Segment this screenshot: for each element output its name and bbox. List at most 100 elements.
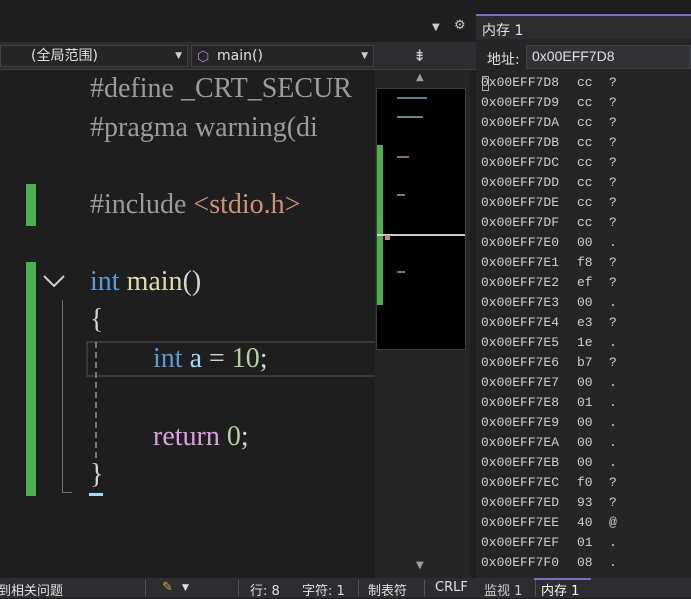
scroll-up-icon[interactable]: ▲ <box>416 72 424 83</box>
scope-dropdown[interactable]: (全局范围) ▼ <box>0 45 188 67</box>
change-indicator <box>26 184 36 226</box>
memory-address: 0x00EFF7EF <box>481 535 560 550</box>
minimap[interactable] <box>376 88 466 350</box>
code-line-11: } <box>90 459 104 490</box>
minimap-change-bar <box>377 145 383 305</box>
memory-char-value: . <box>609 415 617 430</box>
memory-title-bar: 内存 1 <box>476 14 691 39</box>
code-line-7: { <box>90 304 104 335</box>
indent-guide <box>95 342 97 458</box>
code-line-8: int a = 10; <box>153 343 268 374</box>
memory-hex-value: ef <box>577 275 593 290</box>
memory-hex-value: 01 <box>577 395 593 410</box>
memory-char-value: . <box>609 435 617 450</box>
memory-hex-value: b7 <box>577 355 593 370</box>
memory-char-value: . <box>609 335 617 350</box>
memory-char-value: ? <box>609 135 617 150</box>
memory-address: 0x00EFF7E3 <box>481 295 560 310</box>
line-status[interactable]: 行: 8 <box>250 580 280 599</box>
column-status[interactable]: 字符: 1 <box>302 580 345 599</box>
indent-status[interactable]: 制表符 <box>368 580 407 599</box>
memory-hex-value: cc <box>577 135 593 150</box>
memory-hex-value: 00 <box>577 455 593 470</box>
memory-address: 0x00EFF7DE <box>481 195 560 210</box>
memory-address: 0x00EFF7ED <box>481 495 560 510</box>
minimap-line <box>397 156 409 158</box>
member-dropdown[interactable]: ⬡ main() ▼ <box>191 45 374 67</box>
code-line-1: #define _CRT_SECUR <box>90 73 352 104</box>
memory-address: 0x00EFF7DD <box>481 175 560 190</box>
memory-char-value: ? <box>609 255 617 270</box>
split-view-icon[interactable]: ⇟ <box>413 46 426 65</box>
scope-label: (全局范围) <box>31 48 98 64</box>
memory-address: 0x00EFF7E8 <box>481 395 560 410</box>
memory-hex-value: e3 <box>577 315 593 330</box>
address-label: 地址: <box>487 52 520 68</box>
memory-hex-value: 00 <box>577 435 593 450</box>
memory-char-value: ? <box>609 75 617 90</box>
editor-top-bar: ▼ ⚙ <box>0 0 476 42</box>
status-divider <box>238 580 239 596</box>
memory-address: 0x00EFF7DA <box>481 115 560 130</box>
memory-hex-value: 00 <box>577 235 593 250</box>
gear-icon[interactable]: ⚙ <box>454 18 466 33</box>
minimap-current-line <box>377 234 465 236</box>
memory-char-value: . <box>609 555 617 570</box>
minimap-line <box>397 271 405 273</box>
memory-address: 0x00EFF7EA <box>481 435 560 450</box>
memory-char-value: . <box>609 295 617 310</box>
memory-address: 0x00EFF7D8 <box>481 75 560 90</box>
status-divider <box>145 580 146 596</box>
memory-char-value: . <box>609 535 617 550</box>
memory-address: 0x00EFF7E5 <box>481 335 560 350</box>
navigation-bar: (全局范围) ▼ ⬡ main() ▼ ⇟ <box>0 42 476 70</box>
memory-hex-value: cc <box>577 215 593 230</box>
broom-icon[interactable]: ✎ <box>162 580 173 595</box>
memory-hex-value: 93 <box>577 495 593 510</box>
memory-address: 0x00EFF7D9 <box>481 95 560 110</box>
code-line-10: return 0; <box>153 421 249 452</box>
fold-guide-end <box>62 492 72 493</box>
chevron-down-icon: ▼ <box>175 51 182 61</box>
memory-address: 0x00EFF7E7 <box>481 375 560 390</box>
chevron-down-icon[interactable]: ▼ <box>182 583 189 593</box>
address-value: 0x00EFF7D8 <box>532 48 615 64</box>
memory-address: 0x00EFF7DF <box>481 215 560 230</box>
minimap-marker <box>385 235 390 240</box>
memory-hex-value: cc <box>577 115 593 130</box>
memory-char-value: ? <box>609 195 617 210</box>
memory-address: 0x00EFF7E1 <box>481 255 560 270</box>
memory-address: 0x00EFF7EC <box>481 475 560 490</box>
window-dropdown-icon[interactable]: ▼ <box>432 22 440 33</box>
collapse-chevron-icon[interactable] <box>42 272 66 290</box>
memory-char-value: @ <box>609 515 617 530</box>
memory-char-value: . <box>609 395 617 410</box>
minimap-line <box>397 194 405 196</box>
memory-hex-value: 08 <box>577 555 593 570</box>
memory-hex-value: cc <box>577 195 593 210</box>
fold-guide <box>62 300 63 492</box>
memory-hex-value: 00 <box>577 295 593 310</box>
memory-title: 内存 1 <box>482 23 524 39</box>
memory-hex-value: 01 <box>577 535 593 550</box>
memory-char-value: . <box>609 455 617 470</box>
memory-address: 0x00EFF7F0 <box>481 555 560 570</box>
code-editor[interactable]: #define _CRT_SECUR #pragma warning(di #i… <box>0 70 375 578</box>
memory-hex-value: cc <box>577 75 593 90</box>
memory-hex-value: cc <box>577 95 593 110</box>
eol-status[interactable]: CRLF <box>435 580 468 595</box>
issues-status[interactable]: 到相关问题 <box>0 580 63 599</box>
memory-hex-value: f8 <box>577 255 593 270</box>
tab-memory[interactable]: 内存 1 <box>541 580 579 599</box>
memory-hex-value: f0 <box>577 475 593 490</box>
address-input[interactable]: 0x00EFF7D8 <box>526 45 691 69</box>
memory-hex-value: cc <box>577 155 593 170</box>
status-divider <box>358 580 359 596</box>
scroll-down-icon[interactable]: ▼ <box>416 560 424 571</box>
status-bar: 到相关问题 ✎ ▼ 行: 8 字符: 1 制表符 CRLF <box>0 578 476 599</box>
memory-char-value: . <box>609 375 617 390</box>
tab-divider <box>535 580 536 596</box>
memory-address: 0x00EFF7E0 <box>481 235 560 250</box>
active-tab-indicator <box>534 578 591 580</box>
tab-watch[interactable]: 监视 1 <box>484 580 522 599</box>
